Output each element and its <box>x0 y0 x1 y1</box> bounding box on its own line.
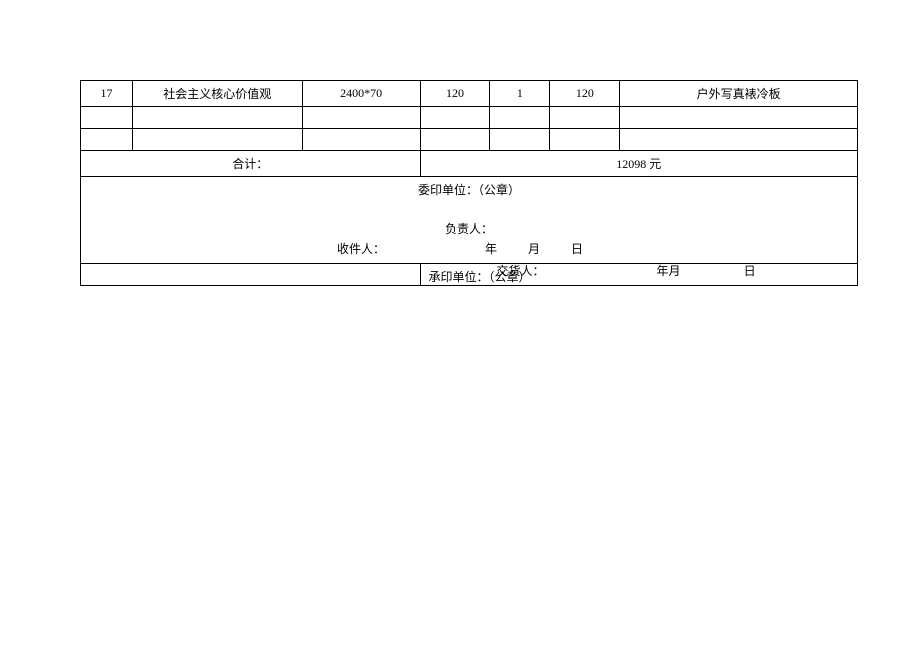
month-label: 月 <box>528 242 540 256</box>
cell-price: 120 <box>420 81 490 107</box>
signature-bottom-row: 承印单位：（公章） 交货人： 年月 日 <box>81 264 858 286</box>
day-label: 日 <box>571 242 583 256</box>
recipient-label: 收件人： <box>337 240 385 257</box>
total-label: 合计： <box>81 151 421 177</box>
table-row-empty <box>81 129 858 151</box>
deliverer-label: 交货人： <box>497 262 545 279</box>
cell-qty: 1 <box>490 81 550 107</box>
total-row: 合计： 12098 元 <box>81 151 858 177</box>
cell-remark: 户外写真裱冷板 <box>620 81 858 107</box>
page: 17 社会主义核心价值观 2400*70 120 1 120 户外写真裱冷板 <box>0 0 920 651</box>
table-row: 17 社会主义核心价值观 2400*70 120 1 120 户外写真裱冷板 <box>81 81 858 107</box>
table-row-empty <box>81 107 858 129</box>
form-table: 17 社会主义核心价值观 2400*70 120 1 120 户外写真裱冷板 <box>80 80 858 286</box>
deliverer-date: 年月 日 <box>657 262 756 279</box>
signature-top-row: 委印单位：（公章） 负责人： 收件人： 年 月 日 <box>81 177 858 264</box>
recipient-date: 年 月 日 <box>485 240 611 257</box>
day2-label: 日 <box>744 264 756 278</box>
total-value: 12098 元 <box>420 151 857 177</box>
print-unit-signature-block: 承印单位：（公章） 交货人： 年月 日 <box>420 264 857 286</box>
bottom-left-block <box>81 264 421 286</box>
entrust-unit-label: 委印单位：（公章） <box>87 181 851 198</box>
entrust-signature-block: 委印单位：（公章） 负责人： 收件人： 年 月 日 <box>81 177 858 264</box>
cell-seq: 17 <box>81 81 133 107</box>
cell-name: 社会主义核心价值观 <box>132 81 302 107</box>
yearmonth-label: 年月 <box>657 264 681 278</box>
year-label: 年 <box>485 242 497 256</box>
principal-label: 负责人： <box>87 220 851 237</box>
cell-amount: 120 <box>550 81 620 107</box>
cell-spec: 2400*70 <box>302 81 420 107</box>
